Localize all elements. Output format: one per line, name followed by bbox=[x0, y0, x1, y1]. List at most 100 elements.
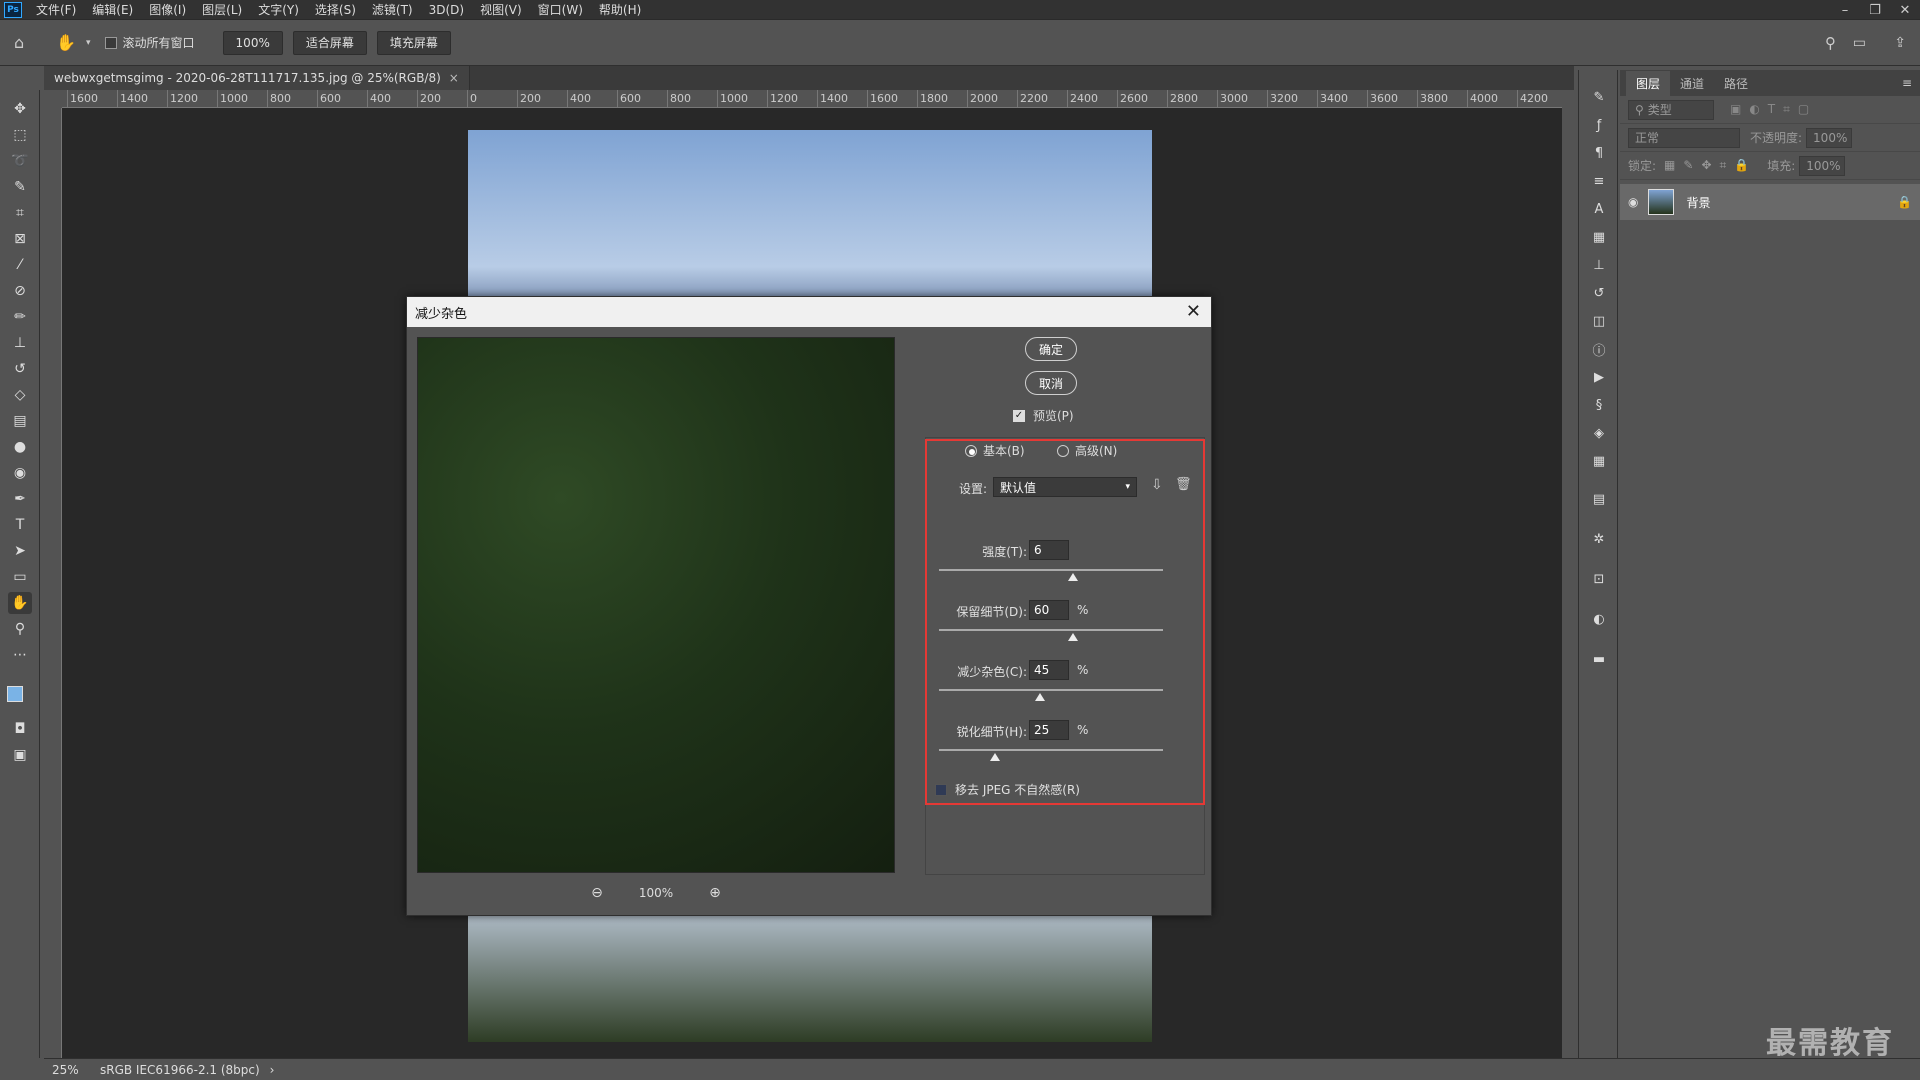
panel-menu-icon[interactable]: ≡ bbox=[1902, 76, 1912, 96]
tab-channels[interactable]: 通道 bbox=[1670, 71, 1714, 96]
character-panel-icon[interactable]: A bbox=[1589, 200, 1609, 218]
gradient-tool-icon[interactable]: ▤ bbox=[8, 410, 32, 432]
filter-icons[interactable]: ▣◐T⌗▢ bbox=[1730, 102, 1817, 117]
tab-paths[interactable]: 路径 bbox=[1714, 71, 1758, 96]
menu-view[interactable]: 视图(V) bbox=[472, 0, 530, 20]
eyedropper-tool-icon[interactable]: ⁄ bbox=[8, 254, 32, 276]
path-select-tool-icon[interactable]: ➤ bbox=[8, 540, 32, 562]
menu-type[interactable]: 文字(Y) bbox=[250, 0, 307, 20]
reduce-color-noise-slider-thumb[interactable] bbox=[1034, 693, 1045, 701]
preserve-details-input[interactable]: 60 bbox=[1029, 600, 1069, 620]
layer-filter-select[interactable]: ⚲ 类型 bbox=[1628, 99, 1714, 120]
quick-mask-icon[interactable]: ◘ bbox=[8, 718, 32, 740]
menu-3d[interactable]: 3D(D) bbox=[421, 0, 472, 20]
dodge-tool-icon[interactable]: ◉ bbox=[8, 462, 32, 484]
preserve-details-slider-thumb[interactable] bbox=[1068, 633, 1079, 641]
type-tool-icon[interactable]: T bbox=[8, 514, 32, 536]
zoom-tool-icon[interactable]: ⚲ bbox=[8, 618, 32, 640]
status-arrow-icon[interactable]: › bbox=[270, 1063, 275, 1077]
mode-advanced-radio[interactable]: 高级(N) bbox=[1057, 442, 1117, 459]
close-window-button[interactable]: ✕ bbox=[1890, 0, 1920, 20]
export-panel-icon[interactable]: ⊡ bbox=[1589, 570, 1609, 588]
fill-screen-button[interactable]: 填充屏幕 bbox=[376, 30, 451, 55]
sharpen-details-slider-thumb[interactable] bbox=[990, 753, 1000, 761]
properties-panel-icon[interactable]: ≡ bbox=[1589, 172, 1609, 190]
restore-button[interactable]: ❐ bbox=[1860, 0, 1890, 20]
menu-file[interactable]: 文件(F) bbox=[28, 0, 84, 20]
pen-tool-icon[interactable]: ✒ bbox=[8, 488, 32, 510]
menu-filter[interactable]: 滤镜(T) bbox=[364, 0, 421, 20]
filter-preview-image[interactable] bbox=[417, 337, 895, 873]
hand-tool-icon[interactable]: ✋ bbox=[56, 33, 86, 52]
more-tools-icon[interactable]: ⋯ bbox=[8, 644, 32, 666]
gradient-panel-icon[interactable]: ▬ bbox=[1589, 650, 1609, 668]
hand-tool-active-icon[interactable]: ✋ bbox=[8, 592, 32, 614]
delete-preset-icon[interactable]: 🗑 bbox=[1175, 477, 1192, 492]
brush-tool-icon[interactable]: ✏ bbox=[8, 306, 32, 328]
radio-basic-icon[interactable] bbox=[965, 444, 977, 457]
ok-button[interactable]: 确定 bbox=[1025, 337, 1077, 361]
3d-panel-icon[interactable]: ◈ bbox=[1589, 424, 1609, 442]
lasso-tool-icon[interactable]: ➰ bbox=[8, 150, 32, 172]
tab-close-icon[interactable]: × bbox=[449, 71, 459, 85]
menu-help[interactable]: 帮助(H) bbox=[591, 0, 649, 20]
fit-screen-button[interactable]: 适合屏幕 bbox=[292, 30, 367, 55]
screen-mode-icon[interactable]: ▣ bbox=[8, 744, 32, 766]
cancel-button[interactable]: 取消 bbox=[1025, 371, 1077, 395]
foreground-color-swatch[interactable] bbox=[7, 686, 23, 702]
save-preset-icon[interactable]: ⇩ bbox=[1151, 477, 1163, 493]
preview-checkbox[interactable]: ✓ bbox=[1013, 409, 1025, 422]
blend-mode-select[interactable]: 正常 bbox=[1628, 127, 1740, 148]
history-states-icon[interactable]: ↺ bbox=[1589, 284, 1609, 302]
visibility-eye-icon[interactable]: ◉ bbox=[1628, 195, 1638, 209]
search-icon[interactable]: ⚲ bbox=[1825, 34, 1836, 52]
workspace-icon[interactable]: ▭ bbox=[1853, 35, 1866, 51]
zoom-in-icon[interactable]: ⊕ bbox=[709, 885, 721, 901]
opacity-field[interactable]: 100% bbox=[1806, 127, 1853, 148]
actions-panel-icon[interactable]: ▶ bbox=[1589, 368, 1609, 386]
lock-icons[interactable]: ▦✎✥⌗🔒 bbox=[1664, 158, 1757, 173]
adjustments-panel-icon[interactable]: ◫ bbox=[1589, 312, 1609, 330]
notes-panel-icon[interactable]: ▤ bbox=[1589, 490, 1609, 508]
home-icon[interactable]: ⌂ bbox=[14, 33, 42, 52]
reduce-color-noise-track[interactable] bbox=[939, 689, 1163, 691]
preserve-details-track[interactable] bbox=[939, 629, 1163, 631]
tab-layers[interactable]: 图层 bbox=[1626, 71, 1671, 96]
menu-layer[interactable]: 图层(L) bbox=[194, 0, 250, 20]
fill-field[interactable]: 100% bbox=[1799, 155, 1846, 176]
healing-brush-tool-icon[interactable]: ⊘ bbox=[8, 280, 32, 302]
share-icon[interactable]: ⇪ bbox=[1894, 35, 1906, 51]
clone-stamp-tool-icon[interactable]: ⊥ bbox=[8, 332, 32, 354]
jpeg-artifact-row[interactable]: 移去 JPEG 不自然感(R) bbox=[935, 781, 1080, 798]
libraries-panel-icon[interactable]: ▦ bbox=[1589, 228, 1609, 246]
adjust-circle-icon[interactable]: ◐ bbox=[1589, 610, 1609, 628]
strength-input[interactable]: 6 bbox=[1029, 540, 1069, 560]
close-icon[interactable]: ✕ bbox=[1186, 301, 1201, 322]
move-tool-icon[interactable]: ✥ bbox=[8, 98, 32, 120]
status-zoom[interactable]: 25% bbox=[52, 1063, 96, 1077]
chevron-down-icon[interactable]: ▾ bbox=[86, 38, 91, 48]
quick-select-tool-icon[interactable]: ✎ bbox=[8, 176, 32, 198]
glyphs-panel-icon[interactable]: ƒ bbox=[1589, 116, 1609, 134]
brushes-panel-icon[interactable]: § bbox=[1589, 396, 1609, 414]
eraser-tool-icon[interactable]: ◇ bbox=[8, 384, 32, 406]
menu-select[interactable]: 选择(S) bbox=[307, 0, 364, 20]
zoom-out-icon[interactable]: ⊖ bbox=[591, 885, 603, 901]
history-brush-tool-icon[interactable]: ↺ bbox=[8, 358, 32, 380]
frame-tool-icon[interactable]: ⊠ bbox=[8, 228, 32, 250]
scroll-all-checkbox[interactable] bbox=[104, 36, 117, 49]
marquee-tool-icon[interactable]: ⬚ bbox=[8, 124, 32, 146]
strength-track[interactable] bbox=[939, 569, 1163, 571]
preview-checkbox-row[interactable]: ✓ 预览(P) bbox=[1013, 407, 1074, 424]
menu-image[interactable]: 图像(I) bbox=[141, 0, 194, 20]
blur-tool-icon[interactable]: ● bbox=[8, 436, 32, 458]
reduce-color-noise-input[interactable]: 45 bbox=[1029, 660, 1069, 680]
settings-select[interactable]: 默认值 ▾ bbox=[993, 477, 1137, 497]
document-tab[interactable]: webwxgetmsgimg - 2020-06-28T111717.135.j… bbox=[44, 66, 470, 90]
clone-source-panel-icon[interactable]: ⊥ bbox=[1589, 256, 1609, 274]
mode-basic-radio[interactable]: 基本(B) bbox=[965, 442, 1025, 459]
radio-advanced-icon[interactable] bbox=[1057, 444, 1069, 457]
table-panel-icon[interactable]: ▦ bbox=[1589, 452, 1609, 470]
paragraph-panel-icon[interactable]: ¶ bbox=[1589, 144, 1609, 162]
layer-item-background[interactable]: ◉ 背景 🔒 bbox=[1620, 184, 1920, 220]
